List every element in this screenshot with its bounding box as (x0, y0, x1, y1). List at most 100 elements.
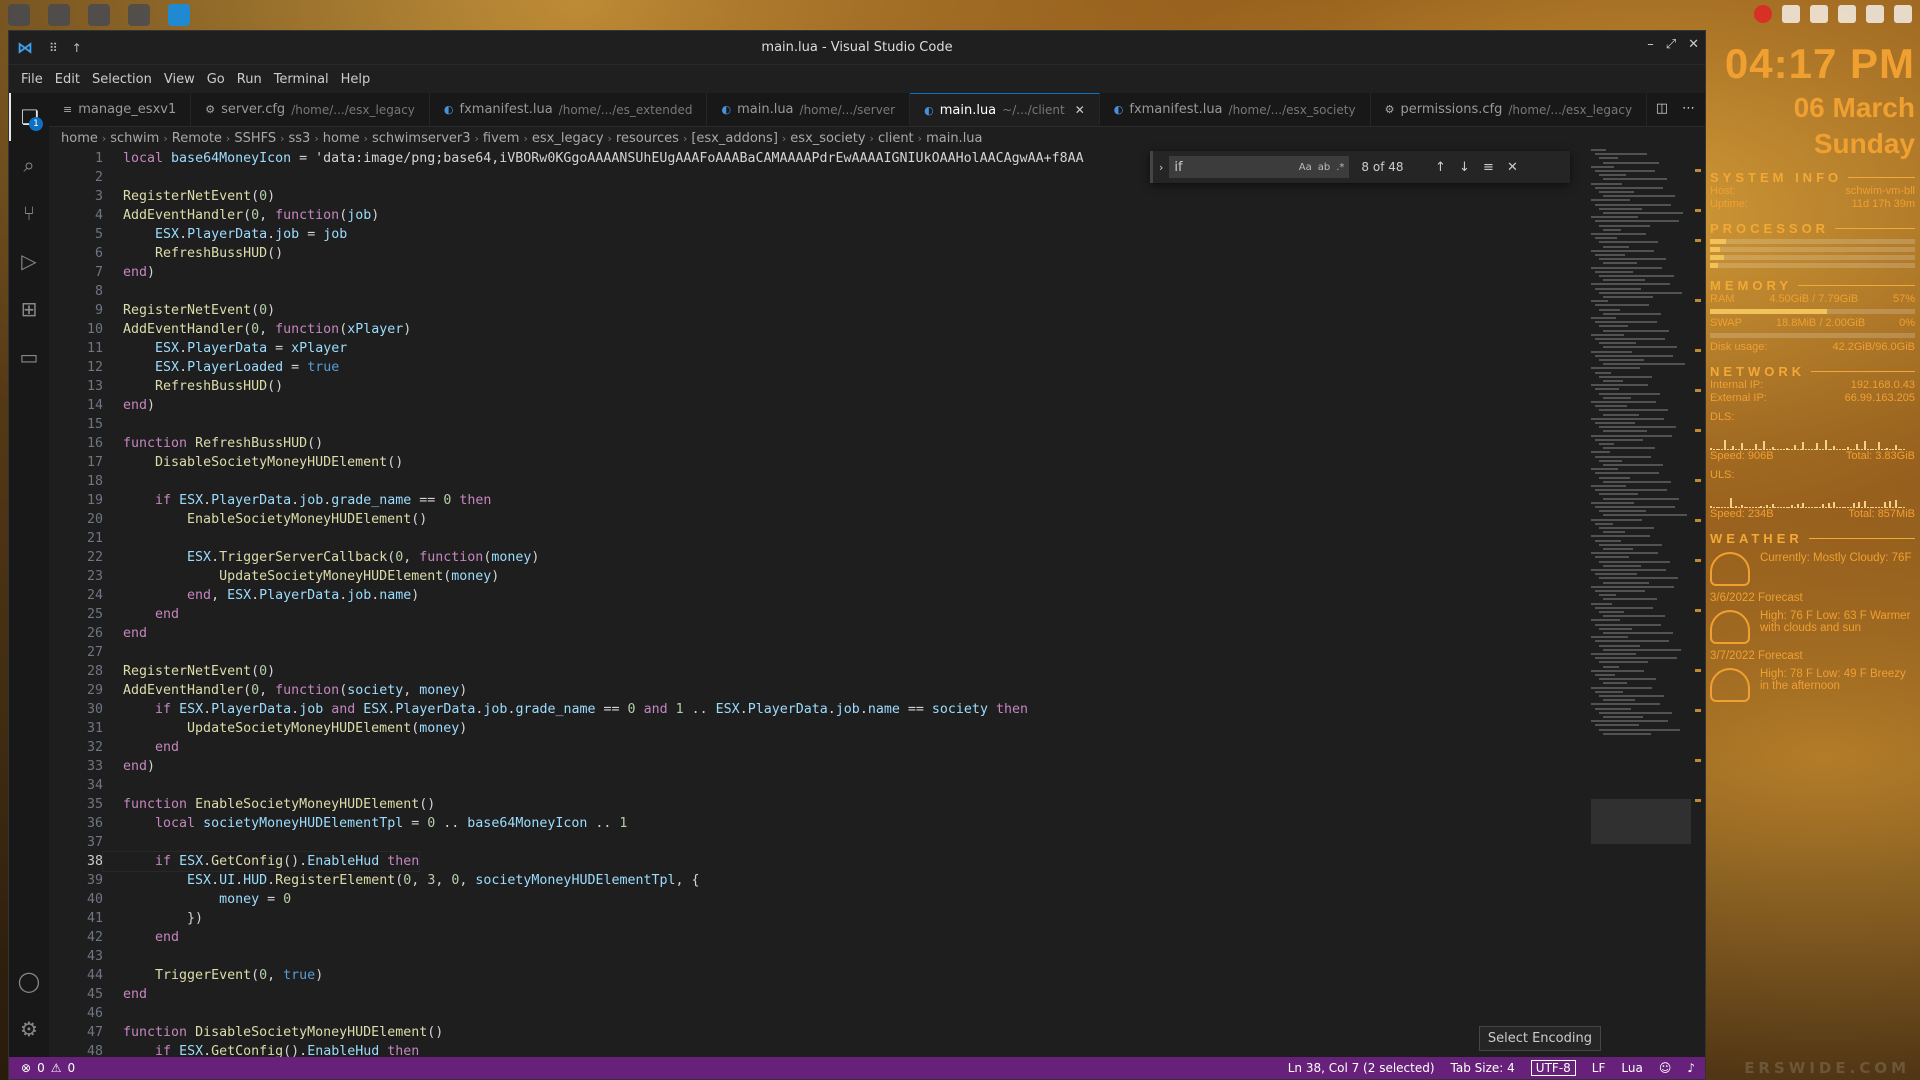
clipboard-icon[interactable] (1782, 5, 1800, 23)
code-line[interactable]: 46 (49, 1004, 1585, 1023)
vscode-icon[interactable] (168, 4, 190, 26)
code-line[interactable]: 13 RefreshBussHUD() (49, 377, 1585, 396)
code-line[interactable]: 48 if ESX.GetConfig().EnableHud then (49, 1042, 1585, 1057)
code-editor[interactable]: 1 local base64MoneyIcon = 'data:image/png… (49, 149, 1585, 1057)
code-line[interactable]: 12 ESX.PlayerLoaded = true (49, 358, 1585, 377)
end-of-line[interactable]: LF (1592, 1061, 1606, 1075)
menu-edit[interactable]: Edit (49, 72, 86, 87)
bluetooth-icon[interactable] (1838, 5, 1856, 23)
tab-manage-esxv1[interactable]: ≡ manage_esxv1 (49, 93, 192, 126)
folder-icon[interactable] (128, 4, 150, 26)
feedback-icon[interactable]: ☺ (1659, 1061, 1672, 1075)
code-line[interactable]: 15 (49, 415, 1585, 434)
split-editor-icon[interactable]: ◫ (1656, 101, 1668, 116)
settings-gear-icon[interactable]: ⚙ (9, 1005, 49, 1053)
code-line[interactable]: 3 RegisterNetEvent(0) (49, 187, 1585, 206)
code-line[interactable]: 25 end (49, 605, 1585, 624)
volume-icon[interactable] (1866, 5, 1884, 23)
code-line[interactable]: 36 local societyMoneyHUDElementTpl = 0 .… (49, 814, 1585, 833)
previous-match-icon[interactable]: ↑ (1431, 160, 1449, 175)
close-find-icon[interactable]: ✕ (1503, 160, 1521, 175)
close-tab-icon[interactable]: ✕ (1075, 103, 1085, 117)
breadcrumb-item[interactable]: home (61, 131, 98, 146)
menu-go[interactable]: Go (201, 72, 231, 87)
menu-help[interactable]: Help (335, 72, 377, 87)
code-line[interactable]: 31 UpdateSocietyMoneyHUDElement(money) (49, 719, 1585, 738)
breadcrumb-item[interactable]: client (878, 131, 914, 146)
breadcrumb-item[interactable]: Remote (172, 131, 222, 146)
breadcrumb-item[interactable]: esx_society (790, 131, 865, 146)
firefox-icon[interactable] (48, 4, 70, 26)
tab-main-server[interactable]: ◐ main.lua/home/.../server (707, 93, 911, 126)
breadcrumb-item[interactable]: [esx_addons] (691, 131, 778, 146)
code-line[interactable]: 38 if ESX.GetConfig().EnableHud then (49, 851, 1585, 872)
tab-fxmanifest-esx-society[interactable]: ◐ fxmanifest.lua/home/.../esx_society (1100, 93, 1371, 126)
extensions-icon[interactable]: ⊞ (9, 285, 49, 333)
account-icon[interactable]: ◯ (9, 957, 49, 1005)
language-mode[interactable]: Lua (1621, 1061, 1642, 1075)
code-line[interactable]: 29 AddEventHandler(0, function(society, m… (49, 681, 1585, 700)
menu-file[interactable]: File (15, 72, 49, 87)
code-line[interactable]: 39 ESX.UI.HUD.RegisterElement(0, 3, 0, s… (49, 871, 1585, 890)
code-line[interactable]: 11 ESX.PlayerData = xPlayer (49, 339, 1585, 358)
code-line[interactable]: 10 AddEventHandler(0, function(xPlayer) (49, 320, 1585, 339)
code-line[interactable]: 20 EnableSocietyMoneyHUDElement() (49, 510, 1585, 529)
find-in-selection-icon[interactable]: ≡ (1479, 160, 1497, 175)
breadcrumb-item[interactable]: esx_legacy (532, 131, 604, 146)
breadcrumb-item[interactable]: schwimserver3 (372, 131, 471, 146)
code-line[interactable]: 24 end, ESX.PlayerData.job.name) (49, 586, 1585, 605)
code-line[interactable]: 4 AddEventHandler(0, function(job) (49, 206, 1585, 225)
code-line[interactable]: 14 end) (49, 396, 1585, 415)
layout-grid-icon[interactable]: ⠿ (49, 41, 58, 55)
problems-indicator[interactable]: ⊗ 0 ⚠ 0 (9, 1061, 75, 1075)
match-case-icon[interactable]: Aa (1299, 162, 1312, 173)
code-line[interactable]: 45 end (49, 985, 1585, 1004)
app-launcher-icon[interactable] (8, 4, 30, 26)
tab-size[interactable]: Tab Size: 4 (1451, 1061, 1515, 1075)
gmail-icon[interactable] (1754, 5, 1772, 23)
minimize-button[interactable]: – (1647, 37, 1654, 52)
code-line[interactable]: 16 function RefreshBussHUD() (49, 434, 1585, 453)
breadcrumb-item[interactable]: fivem (483, 131, 520, 146)
search-icon[interactable]: ⌕ (9, 141, 49, 189)
up-arrow-icon[interactable]: ↑ (72, 41, 82, 55)
menu-terminal[interactable]: Terminal (268, 72, 335, 87)
breadcrumb-item[interactable]: home (323, 131, 360, 146)
next-match-icon[interactable]: ↓ (1455, 160, 1473, 175)
code-line[interactable]: 47 function DisableSocietyMoneyHUDElement… (49, 1023, 1585, 1042)
breadcrumb-item[interactable]: schwim (110, 131, 159, 146)
regex-icon[interactable]: .* (1336, 162, 1344, 173)
menu-view[interactable]: View (158, 72, 201, 87)
breadcrumb-item[interactable]: main.lua (926, 131, 982, 146)
code-line[interactable]: 35 function EnableSocietyMoneyHUDElement(… (49, 795, 1585, 814)
code-line[interactable]: 18 (49, 472, 1585, 491)
code-line[interactable]: 44 TriggerEvent(0, true) (49, 966, 1585, 985)
network-icon[interactable] (1810, 5, 1828, 23)
breadcrumb-item[interactable]: ss3 (289, 131, 311, 146)
code-line[interactable]: 26 end (49, 624, 1585, 643)
code-line[interactable]: 42 end (49, 928, 1585, 947)
remote-explorer-icon[interactable]: ▭ (9, 333, 49, 381)
notifications-bell-icon[interactable]: ♪ (1687, 1061, 1695, 1075)
find-input[interactable]: if Aa ab .* (1169, 156, 1350, 178)
code-line[interactable]: 40 money = 0 (49, 890, 1585, 909)
code-line[interactable]: 43 (49, 947, 1585, 966)
code-line[interactable]: 22 ESX.TriggerServerCallback(0, function… (49, 548, 1585, 567)
code-line[interactable]: 21 (49, 529, 1585, 548)
code-line[interactable]: 37 (49, 833, 1585, 852)
whole-word-icon[interactable]: ab (1318, 162, 1330, 173)
tab-fxmanifest-es-extended[interactable]: ◐ fxmanifest.lua/home/.../es_extended (430, 93, 708, 126)
minimap-viewport[interactable] (1591, 799, 1691, 844)
power-icon[interactable] (1894, 5, 1912, 23)
code-line[interactable]: 19 if ESX.PlayerData.job.grade_name == 0… (49, 491, 1585, 510)
tab-permissions-cfg[interactable]: ⚙ permissions.cfg/home/.../esx_legacy (1371, 93, 1648, 126)
tab-server-cfg[interactable]: ⚙ server.cfg/home/.../esx_legacy (191, 93, 430, 126)
code-line[interactable]: 9 RegisterNetEvent(0) (49, 301, 1585, 320)
toggle-replace-icon[interactable]: › (1159, 161, 1163, 174)
code-line[interactable]: 23 UpdateSocietyMoneyHUDElement(money) (49, 567, 1585, 586)
code-line[interactable]: 7 end) (49, 263, 1585, 282)
explorer-icon[interactable]: ❏ 1 (9, 93, 49, 141)
scrollbar[interactable] (1693, 149, 1703, 1057)
code-line[interactable]: 33 end) (49, 757, 1585, 776)
code-line[interactable]: 32 end (49, 738, 1585, 757)
